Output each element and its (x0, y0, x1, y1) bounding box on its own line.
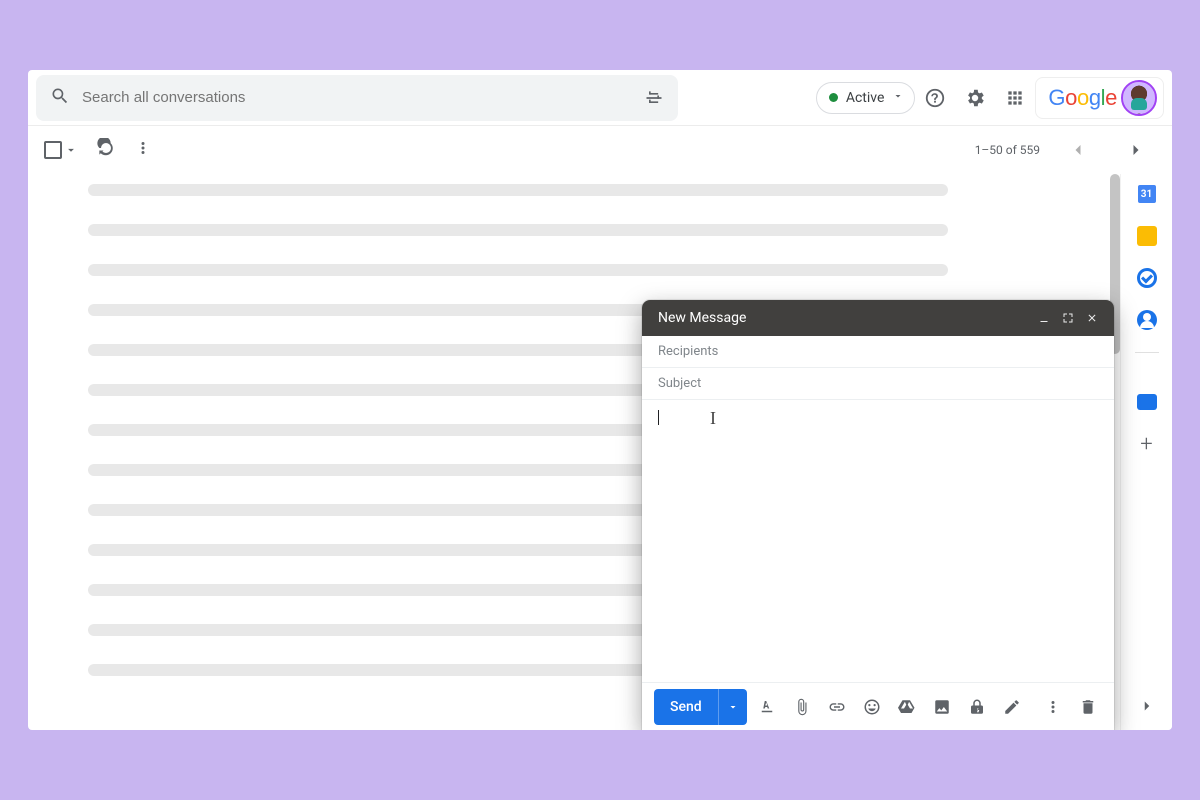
insert-link-icon[interactable] (823, 692, 852, 722)
next-page-icon[interactable] (1116, 130, 1156, 170)
list-item[interactable] (88, 624, 648, 636)
insert-drive-icon[interactable] (892, 692, 921, 722)
send-options-icon[interactable] (718, 689, 747, 725)
status-label: Active (846, 90, 885, 106)
more-options-icon[interactable] (1038, 692, 1067, 722)
settings-icon[interactable] (955, 78, 995, 118)
insert-photo-icon[interactable] (927, 692, 956, 722)
list-item[interactable] (88, 544, 648, 556)
status-dot-icon (829, 93, 838, 102)
list-toolbar: 1–50 of 559 (28, 126, 1172, 174)
recipients-field[interactable]: Recipients (642, 336, 1114, 368)
meet-icon[interactable] (1137, 394, 1157, 410)
compose-window: New Message Recipients Subject I Send (642, 300, 1114, 730)
side-panel: + (1120, 174, 1172, 730)
refresh-icon[interactable] (96, 138, 116, 162)
google-logo[interactable]: Google (1035, 77, 1164, 119)
fullscreen-icon[interactable] (1056, 306, 1080, 330)
list-item[interactable] (88, 584, 648, 596)
formatting-icon[interactable] (753, 692, 782, 722)
pagination-info: 1–50 of 559 (975, 143, 1040, 157)
header: Active Google (28, 70, 1172, 126)
list-item[interactable] (88, 224, 948, 236)
search-icon (50, 86, 70, 110)
status-chip[interactable]: Active (816, 82, 916, 114)
keep-icon[interactable] (1137, 226, 1157, 246)
search-bar[interactable] (36, 75, 678, 121)
divider (1135, 352, 1159, 372)
list-item[interactable] (88, 264, 948, 276)
confidential-mode-icon[interactable] (962, 692, 991, 722)
send-button-label: Send (654, 699, 718, 715)
compose-header[interactable]: New Message (642, 300, 1114, 336)
list-item[interactable] (88, 664, 648, 676)
list-item[interactable] (88, 184, 948, 196)
list-item[interactable] (88, 424, 648, 436)
more-options-icon[interactable] (134, 139, 152, 161)
brand-text: Google (1048, 85, 1117, 111)
list-item[interactable] (88, 344, 648, 356)
prev-page-icon[interactable] (1058, 130, 1098, 170)
gmail-app: Active Google 1–50 of 55 (28, 70, 1172, 730)
discard-draft-icon[interactable] (1073, 692, 1102, 722)
compose-title: New Message (658, 310, 746, 326)
support-icon[interactable] (915, 78, 955, 118)
list-item[interactable] (88, 464, 648, 476)
list-item[interactable] (88, 304, 648, 316)
subject-field[interactable]: Subject (642, 368, 1114, 400)
tasks-icon[interactable] (1137, 268, 1157, 288)
text-cursor (658, 410, 659, 425)
close-icon[interactable] (1080, 306, 1104, 330)
add-addon-icon[interactable]: + (1140, 432, 1152, 457)
minimize-icon[interactable] (1032, 306, 1056, 330)
insert-emoji-icon[interactable] (857, 692, 886, 722)
account-avatar[interactable] (1123, 82, 1155, 114)
search-options-icon[interactable] (644, 88, 664, 108)
caret-down-icon (892, 90, 904, 106)
compose-body[interactable]: I (642, 400, 1114, 682)
search-input[interactable] (82, 89, 632, 106)
list-item[interactable] (88, 504, 648, 516)
contacts-icon[interactable] (1137, 310, 1157, 330)
insert-signature-icon[interactable] (997, 692, 1026, 722)
attach-file-icon[interactable] (788, 692, 817, 722)
send-button[interactable]: Send (654, 689, 747, 725)
calendar-icon[interactable] (1137, 184, 1157, 204)
ibeam-cursor-icon: I (710, 408, 716, 429)
select-all-checkbox[interactable] (44, 141, 78, 159)
collapse-sidepanel-icon[interactable] (1135, 694, 1159, 718)
compose-footer: Send (642, 682, 1114, 730)
list-item[interactable] (88, 384, 648, 396)
apps-grid-icon[interactable] (995, 78, 1035, 118)
